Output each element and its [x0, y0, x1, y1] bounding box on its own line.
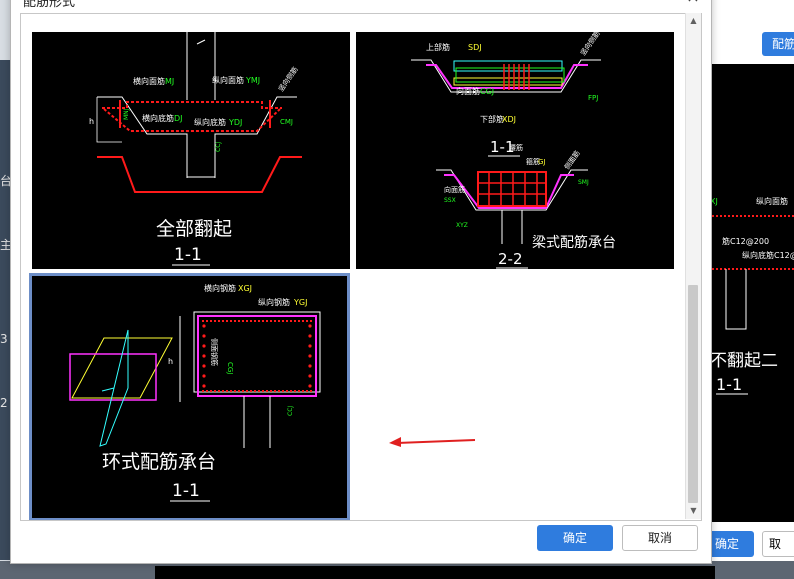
- code-transverse: XGJ: [238, 284, 252, 293]
- code-inner-face: SMJ: [578, 179, 589, 186]
- option-card-full-upturn[interactable]: 横向面筋 MJ 纵向面筋 YMJ 竖向侧筋 横向底筋 DJ 纵向底筋 YDJ M…: [32, 32, 350, 269]
- bg-mark: 3: [0, 332, 8, 346]
- label-top-bar: 上部筋: [426, 42, 450, 52]
- label-waist-bar: 腰筋: [509, 143, 523, 152]
- code-face-bar: CGJ: [480, 87, 494, 96]
- code-left: SSX: [444, 197, 456, 204]
- code-right: FPJ: [588, 94, 598, 102]
- background-rebar-button[interactable]: 配筋: [762, 32, 794, 56]
- scroll-thumb[interactable]: [688, 285, 698, 503]
- ok-button[interactable]: 确定: [537, 525, 613, 551]
- option-title: 全部翻起: [156, 218, 232, 240]
- label-side-face: 向面筋: [444, 185, 465, 194]
- label-face-bar: 向面筋: [456, 86, 480, 96]
- label-h: h: [89, 117, 94, 126]
- option-title: 环式配筋承台: [102, 451, 216, 473]
- option-card-ring-type[interactable]: h 横向钢筋 XGJ 纵向钢筋 YGJ 侧面钢筋 CGJ CCJ 环式配筋承台 …: [29, 273, 350, 520]
- code-bottom-bar: XDJ: [502, 115, 516, 124]
- label-side-bar: 竖向侧筋: [578, 32, 601, 57]
- label-longitudinal: 纵向钢筋: [258, 297, 290, 307]
- label-side-bar: 竖向侧筋: [276, 65, 299, 93]
- code-left: MNJ: [123, 108, 130, 120]
- bg-label: 纵向底筋C12@: [742, 250, 794, 260]
- code-vertical: CCJ: [287, 406, 294, 416]
- close-icon[interactable]: ×: [685, 0, 701, 5]
- bg-label: 纵向面筋: [756, 196, 788, 206]
- rebar-form-dialog: 配筋形式 × 横向面筋 MJ: [10, 0, 712, 564]
- cancel-button[interactable]: 取消: [622, 525, 698, 551]
- vertical-scrollbar[interactable]: ▲ ▼: [685, 13, 701, 519]
- background-bottom-canvas: [155, 566, 715, 579]
- label-bottom-bar: 下部筋: [480, 114, 504, 124]
- label-longitudinal-bottom: 纵向底筋: [194, 117, 226, 127]
- label-h: h: [168, 357, 173, 366]
- scroll-up-icon[interactable]: ▲: [686, 15, 701, 27]
- bg-mark: 2: [0, 396, 8, 410]
- code-top-bar: SDJ: [468, 43, 482, 52]
- arrow-annotation-icon: [389, 437, 476, 447]
- background-preview-canvas: XJ 纵向面筋 筋C12@200 纵向底筋C12@ 不翻起二 1-1: [708, 64, 794, 522]
- code-transverse-face: MJ: [165, 77, 174, 86]
- code-vertical: CCJ: [215, 142, 222, 152]
- code-longitudinal-bottom: YDJ: [228, 118, 242, 127]
- label-transverse: 横向钢筋: [204, 283, 236, 293]
- label-transverse-face: 横向面筋: [133, 76, 165, 86]
- background-cancel-button[interactable]: 取: [762, 531, 794, 557]
- code-bottom: XYZ: [456, 222, 468, 229]
- label-inner-face: 侧面筋: [562, 149, 581, 171]
- rebar-option-list: 横向面筋 MJ 纵向面筋 YMJ 竖向侧筋 横向底筋 DJ 纵向底筋 YDJ M…: [20, 13, 702, 521]
- code-side: CGJ: [226, 362, 234, 374]
- label-side: 侧面钢筋: [210, 338, 219, 366]
- option-title: 梁式配筋承台: [532, 234, 616, 251]
- option-section: 1-1: [172, 481, 200, 501]
- code-right: CMJ: [280, 118, 293, 126]
- code-transverse-bottom: DJ: [174, 114, 183, 123]
- section-bottom: 2-2: [498, 250, 523, 268]
- label-longitudinal-face: 纵向面筋: [212, 75, 244, 85]
- dialog-title: 配筋形式: [23, 0, 76, 10]
- code-stirrup: GJ: [538, 158, 546, 166]
- bg-canvas-section: 1-1: [716, 375, 742, 394]
- option-section: 1-1: [174, 245, 202, 265]
- label-transverse-bottom: 横向底筋: [142, 113, 174, 123]
- bg-label: 筋C12@200: [722, 236, 769, 246]
- code-longitudinal-face: YMJ: [245, 76, 260, 85]
- scroll-down-icon[interactable]: ▼: [686, 505, 701, 517]
- code-longitudinal: YGJ: [293, 298, 307, 307]
- bg-canvas-title: 不翻起二: [710, 351, 778, 371]
- option-card-beam-type[interactable]: 上部筋 SDJ 竖向侧筋 向面筋 CGJ 下部筋 XDJ FPJ 1-1 腰筋 …: [356, 32, 674, 269]
